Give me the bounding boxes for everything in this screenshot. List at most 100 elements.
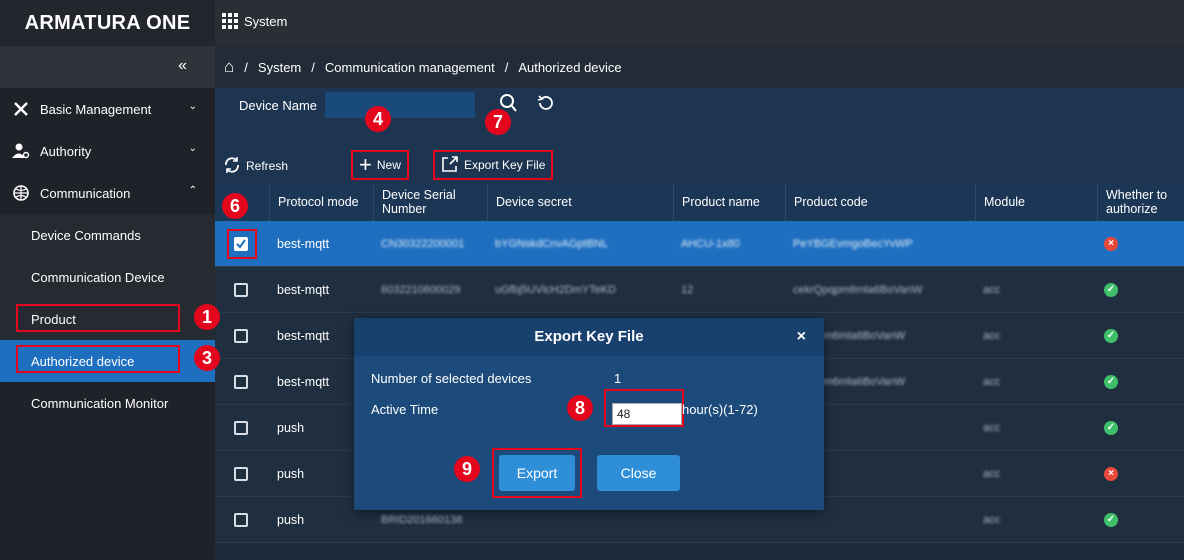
user-key-icon (12, 142, 30, 160)
cell-protocol-mode: push (277, 467, 305, 481)
cell-module: acc (983, 468, 1001, 480)
step-badge-1: 1 (194, 304, 220, 330)
unauthorized-x-icon: × (1104, 237, 1118, 251)
table-row[interactable]: best-mqtt CN30322200001 bYGNskdCnvAGptBNL A… (215, 221, 1184, 267)
row-checkbox[interactable] (234, 375, 248, 389)
cell-protocol-mode: best-mqtt (277, 329, 330, 343)
cell-device-serial: 6032210600029 (381, 284, 461, 296)
header-module[interactable]: Module (975, 184, 1097, 221)
cell-module: acc (983, 514, 1001, 526)
close-button[interactable]: Close (597, 455, 680, 491)
cell-module: acc (983, 422, 1001, 434)
header-protocol-mode[interactable]: Protocol mode (269, 184, 373, 221)
sidebar-group-basic-management[interactable]: Basic Management ⌄ (0, 88, 215, 130)
cell-device-serial: CN30322200001 (381, 238, 465, 250)
close-icon[interactable]: × (797, 328, 806, 346)
row-checkbox[interactable] (234, 329, 248, 343)
refresh-label: Refresh (246, 159, 289, 173)
new-label: New (376, 158, 401, 172)
cell-module: acc (983, 376, 1001, 388)
authorized-check-icon: ✓ (1104, 421, 1118, 435)
device-name-label: Device Name (239, 98, 318, 113)
brand-name: ARMATURA ONE (24, 11, 191, 34)
refresh-icon (223, 156, 241, 177)
active-time-unit: hour(s)(1-72) (682, 402, 758, 417)
highlight-box-active-time (604, 389, 684, 427)
highlight-box-authorized-device (16, 345, 180, 373)
table-row[interactable]: best-mqtt 6032210600029 uGfbj5UVlcH2DmYTeK… (215, 267, 1184, 313)
export-icon (441, 155, 459, 176)
cell-device-secret: bYGNskdCnvAGptBNL (495, 238, 609, 250)
globe-icon (12, 184, 30, 202)
highlight-box-checkbox (227, 229, 257, 259)
sidebar-item-communication-monitor[interactable]: Communication Monitor (0, 382, 215, 424)
dialog-title: Export Key File (534, 328, 644, 345)
cell-product-name: AHCU-1x80 (681, 238, 740, 250)
step-badge-9: 9 (454, 456, 480, 482)
step-badge-7: 7 (485, 109, 511, 135)
active-time-label: Active Time (371, 402, 439, 417)
system-menu[interactable]: System (222, 13, 287, 29)
step-badge-6: 6 (222, 193, 248, 219)
cell-product-code: PeYBGEvmgoBecYvWP (793, 238, 913, 250)
dialog-header: Export Key File × (354, 318, 824, 356)
row-checkbox[interactable] (234, 467, 248, 481)
cell-protocol-mode: push (277, 421, 305, 435)
breadcrumb-separator: / (504, 59, 509, 75)
sidebar-group-communication[interactable]: Communication ⌃ (0, 172, 215, 214)
header-product-name[interactable]: Product name (673, 184, 785, 221)
refresh-button[interactable]: Refresh (223, 152, 288, 180)
filter-bar: Device Name (215, 88, 1184, 146)
apps-grid-icon[interactable] (222, 13, 238, 29)
cell-protocol-mode: best-mqtt (277, 237, 330, 251)
breadcrumb-separator: / (311, 59, 315, 75)
sidebar-item-device-commands[interactable]: Device Commands (0, 214, 215, 256)
unauthorized-x-icon: × (1104, 467, 1118, 481)
sidebar-item-label: Communication Monitor (31, 395, 169, 411)
cell-product-name: 12 (681, 284, 694, 296)
breadcrumb-communication-management[interactable]: Communication management (325, 60, 495, 75)
new-button[interactable]: + New (351, 150, 409, 180)
chevron-down-icon: ⌄ (188, 143, 197, 154)
header-product-code[interactable]: Product code (785, 184, 975, 221)
step-badge-4: 4 (365, 106, 391, 132)
highlight-box-product (16, 304, 180, 332)
collapse-icon[interactable]: « (178, 57, 187, 75)
home-icon[interactable]: ⌂ (224, 57, 234, 77)
header-device-serial[interactable]: Device Serial Number (373, 184, 487, 221)
tools-icon (12, 100, 30, 118)
breadcrumb-authorized-device: Authorized device (518, 59, 622, 75)
device-name-input[interactable] (325, 92, 475, 118)
cell-device-secret: uGfbj5UVlcH2DmYTeKD (495, 284, 617, 296)
export-label: Export Key File (464, 158, 546, 172)
authorized-check-icon: ✓ (1104, 375, 1118, 389)
breadcrumb-system[interactable]: System (258, 60, 301, 75)
plus-icon: + (359, 152, 372, 177)
row-checkbox[interactable] (234, 421, 248, 435)
breadcrumb-separator: / (244, 59, 248, 75)
row-checkbox[interactable] (234, 283, 248, 297)
sidebar: « Basic Management ⌄ Authority ⌄ Communi… (0, 46, 215, 560)
sidebar-collapse[interactable]: « (0, 46, 215, 88)
header-whether-to-authorize[interactable]: Whether to authorize (1097, 184, 1184, 221)
export-key-file-button[interactable]: Export Key File (433, 150, 554, 180)
row-checkbox[interactable] (234, 513, 248, 527)
sidebar-group-authority[interactable]: Authority ⌄ (0, 130, 215, 172)
header-device-secret[interactable]: Device secret (487, 184, 673, 221)
system-label[interactable]: System (244, 14, 287, 29)
selected-devices-value: 1 (614, 371, 622, 386)
cell-protocol-mode: best-mqtt (277, 375, 330, 389)
selected-devices-label: Number of selected devices (371, 371, 532, 386)
cell-product-code: cekrQpqpm6mla6BoVanW (793, 284, 923, 296)
sidebar-item-label: Communication Device (31, 269, 165, 285)
sidebar-item-communication-device[interactable]: Communication Device (0, 256, 215, 298)
chevron-down-icon: ⌄ (188, 101, 197, 112)
cell-protocol-mode: push (277, 513, 305, 527)
cell-module: acc (983, 284, 1001, 296)
breadcrumb: ⌂ / System / Communication management / … (215, 46, 1184, 88)
toolbar: Refresh + New Export Key File (215, 146, 1184, 184)
sidebar-item-label: Device Commands (31, 227, 141, 243)
step-badge-3: 3 (194, 345, 220, 371)
reset-icon[interactable] (537, 94, 555, 115)
highlight-box-export (492, 448, 582, 498)
